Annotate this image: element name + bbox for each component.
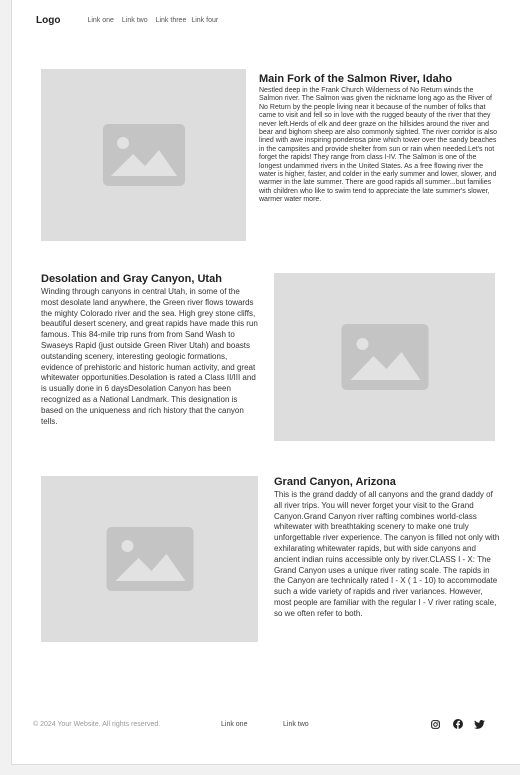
twitter-icon[interactable] [473, 719, 485, 730]
footer: © 2024 Your Website. All rights reserved… [33, 717, 498, 731]
section-1-text: Main Fork of the Salmon River, Idaho Nes… [259, 73, 497, 205]
image-placeholder-icon [106, 527, 193, 591]
image-placeholder-icon [102, 124, 185, 186]
section-1-image [41, 69, 246, 241]
top-nav: Logo Link one Link two Link three Link f… [36, 13, 226, 27]
section-3-body: This is the grand daddy of all canyons a… [274, 490, 500, 618]
section-1-title: Main Fork of the Salmon River, Idaho [259, 73, 453, 85]
facebook-icon[interactable] [452, 719, 463, 730]
page-container: Logo Link one Link two Link three Link f… [11, 0, 520, 765]
footer-link-one[interactable]: Link one [221, 721, 247, 728]
section-3-text: Grand Canyon, Arizona This is the grand … [274, 476, 500, 620]
copyright: © 2024 Your Website. All rights reserved… [33, 720, 161, 728]
instagram-icon[interactable] [430, 719, 440, 729]
section-2-image [274, 273, 495, 441]
section-3-title: Grand Canyon, Arizona [274, 476, 396, 488]
section-1-body: Nestled deep in the Frank Church Wildern… [259, 87, 497, 204]
section-2-text: Desolation and Gray Canyon, Utah Winding… [41, 273, 259, 427]
nav-link-four[interactable]: Link four [191, 17, 218, 24]
section-2-body: Winding through canyons in central Utah,… [41, 287, 258, 426]
section-2-title: Desolation and Gray Canyon, Utah [41, 273, 222, 285]
logo[interactable]: Logo [36, 15, 60, 26]
nav-link-two[interactable]: Link two [122, 17, 148, 24]
footer-link-two[interactable]: Link two [283, 721, 309, 728]
nav-link-three[interactable]: Link three [156, 17, 187, 24]
section-3-image [41, 476, 258, 642]
image-placeholder-icon [341, 324, 428, 390]
nav-link-one[interactable]: Link one [87, 17, 113, 24]
